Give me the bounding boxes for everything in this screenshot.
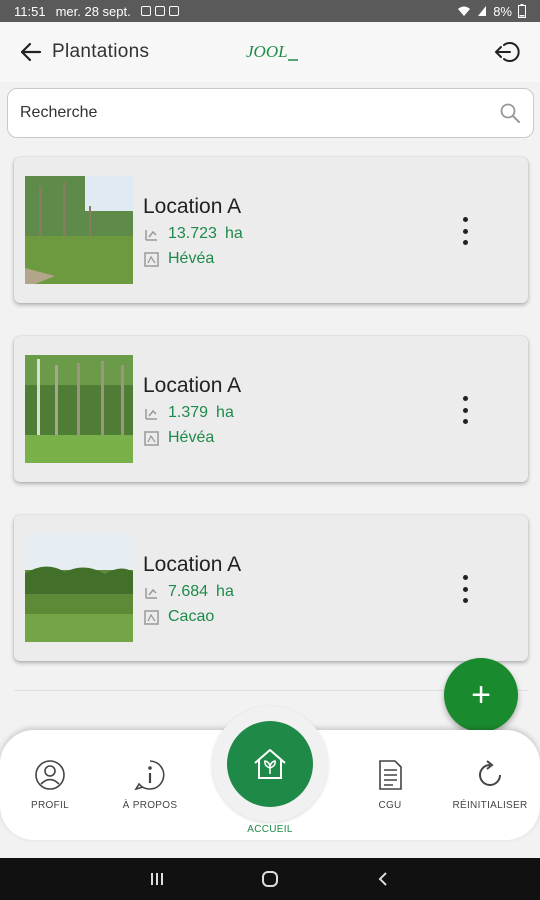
document-icon xyxy=(379,760,402,790)
wifi-icon xyxy=(458,6,471,16)
area-unit: ha xyxy=(224,225,243,242)
area-icon xyxy=(145,229,157,241)
plantation-area: 7.684 ha xyxy=(143,583,234,601)
notification-icon xyxy=(154,6,165,16)
plus-icon: + xyxy=(471,675,491,714)
nav-label-accueil: ACCUEIL xyxy=(247,824,293,835)
signal-icon xyxy=(478,6,487,16)
page-title: Plantations xyxy=(52,41,150,62)
more-vertical-icon[interactable] xyxy=(460,575,470,603)
nav-apropos[interactable]: À PROPOS xyxy=(105,758,195,811)
home-ring xyxy=(212,706,328,822)
search-input[interactable] xyxy=(20,104,499,122)
refresh-icon xyxy=(479,760,501,786)
crop-icon xyxy=(144,251,159,267)
app-header: Plantations JOOL xyxy=(0,22,540,82)
nav-accueil[interactable] xyxy=(227,721,313,807)
notification-icons xyxy=(140,6,179,16)
plantation-name: Location A xyxy=(143,195,242,218)
more-vertical-icon[interactable] xyxy=(460,396,470,424)
battery-level: 8% xyxy=(493,3,512,19)
system-navigation-bar xyxy=(0,858,540,900)
crop-name: Cacao xyxy=(168,608,215,625)
area-value: 7.684 xyxy=(168,583,209,600)
plantation-photo xyxy=(25,534,133,642)
plantation-area: 13.723 ha xyxy=(143,225,243,243)
plantation-name: Location A xyxy=(143,553,242,576)
logout-button[interactable] xyxy=(494,39,522,65)
mail-icon xyxy=(168,6,179,16)
add-plantation-button[interactable]: + xyxy=(444,658,518,732)
crop-name: Hévéa xyxy=(168,429,215,446)
back-button[interactable] xyxy=(18,40,44,64)
status-bar: 11:51 mer. 28 sept. 8% xyxy=(0,0,540,22)
area-unit: ha xyxy=(216,404,234,421)
home-circle-icon xyxy=(261,871,278,887)
bottom-navigation: PROFIL À PROPOS ACCUEIL CGU RÉINITIALISE… xyxy=(0,706,540,840)
plantation-photo xyxy=(25,176,133,284)
nav-profil[interactable]: PROFIL xyxy=(5,758,95,811)
nav-cgu[interactable]: CGU xyxy=(345,758,435,811)
user-icon xyxy=(35,760,65,790)
plantation-area: 1.379 ha xyxy=(143,404,234,422)
plantation-crop: Hévéa xyxy=(143,429,214,447)
nav-reinitialiser[interactable]: RÉINITIALISER xyxy=(445,758,535,811)
recent-apps-icon xyxy=(150,873,163,885)
recent-apps-button[interactable] xyxy=(137,864,177,894)
plantation-photo xyxy=(25,355,133,463)
nav-label: CGU xyxy=(378,800,402,811)
eco-home-icon xyxy=(254,749,286,779)
notification-icon xyxy=(140,6,151,16)
area-value: 13.723 xyxy=(168,225,217,242)
plantation-card[interactable]: Location A 7.684 ha Cacao xyxy=(14,515,528,661)
info-icon xyxy=(134,760,165,791)
plantation-crop: Cacao xyxy=(143,608,214,626)
crop-icon xyxy=(144,430,159,446)
arrow-left-icon xyxy=(20,42,42,62)
logout-icon xyxy=(495,42,520,62)
status-date: mer. 28 sept. xyxy=(55,3,131,19)
more-vertical-icon[interactable] xyxy=(460,217,470,245)
nav-label: PROFIL xyxy=(31,800,69,811)
plantation-crop: Hévéa xyxy=(143,250,214,268)
back-system-button[interactable] xyxy=(363,864,403,894)
search-icon[interactable] xyxy=(499,102,521,124)
area-value: 1.379 xyxy=(168,404,209,421)
plantation-card[interactable]: Location A 13.723 ha Hévéa xyxy=(14,157,528,303)
back-chevron-icon xyxy=(378,872,388,886)
crop-name: Hévéa xyxy=(168,250,215,267)
home-system-button[interactable] xyxy=(250,864,290,894)
app-logo: JOOL xyxy=(246,42,298,61)
area-icon xyxy=(145,587,157,599)
svg-text:JOOL: JOOL xyxy=(246,42,288,61)
area-icon xyxy=(145,408,157,420)
crop-icon xyxy=(144,609,159,625)
area-unit: ha xyxy=(216,583,234,600)
nav-label: RÉINITIALISER xyxy=(452,800,528,811)
battery-icon xyxy=(518,4,526,18)
plantation-card[interactable]: Location A 1.379 ha Hévéa xyxy=(14,336,528,482)
nav-label: À PROPOS xyxy=(122,800,178,811)
search-bar xyxy=(7,88,534,138)
plantation-name: Location A xyxy=(143,374,242,397)
status-time: 11:51 xyxy=(14,3,46,19)
